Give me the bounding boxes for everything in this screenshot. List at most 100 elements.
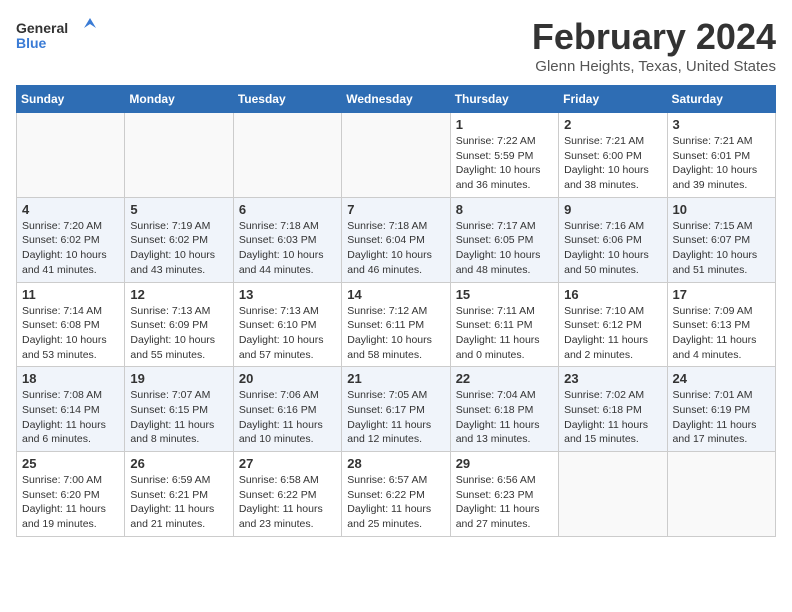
- day-number: 26: [130, 456, 227, 471]
- day-number: 16: [564, 287, 661, 302]
- day-info: Sunrise: 7:16 AM Sunset: 6:06 PM Dayligh…: [564, 219, 661, 278]
- day-number: 13: [239, 287, 336, 302]
- day-number: 4: [22, 202, 119, 217]
- day-info: Sunrise: 7:11 AM Sunset: 6:11 PM Dayligh…: [456, 304, 553, 363]
- header-sunday: Sunday: [17, 86, 125, 113]
- day-number: 7: [347, 202, 444, 217]
- day-number: 29: [456, 456, 553, 471]
- day-number: 18: [22, 371, 119, 386]
- day-number: 22: [456, 371, 553, 386]
- day-info: Sunrise: 7:21 AM Sunset: 6:01 PM Dayligh…: [673, 134, 770, 193]
- day-number: 27: [239, 456, 336, 471]
- table-row: 5 Sunrise: 7:19 AM Sunset: 6:02 PM Daylig…: [125, 197, 233, 282]
- calendar-week-row: 11Sunrise: 7:14 AM Sunset: 6:08 PM Dayli…: [17, 282, 776, 367]
- header-wednesday: Wednesday: [342, 86, 450, 113]
- header-monday: Monday: [125, 86, 233, 113]
- table-row: [667, 452, 775, 537]
- day-number: 17: [673, 287, 770, 302]
- day-info: Sunrise: 7:18 AM Sunset: 6:03 PM Dayligh…: [239, 219, 336, 278]
- day-number: 23: [564, 371, 661, 386]
- table-row: 7 Sunrise: 7:18 AM Sunset: 6:04 PM Daylig…: [342, 197, 450, 282]
- day-info: Sunrise: 7:09 AM Sunset: 6:13 PM Dayligh…: [673, 304, 770, 363]
- calendar-header-row: Sunday Monday Tuesday Wednesday Thursday…: [17, 86, 776, 113]
- table-row: [17, 113, 125, 198]
- header-thursday: Thursday: [450, 86, 558, 113]
- table-row: [342, 113, 450, 198]
- day-info: Sunrise: 7:06 AM Sunset: 6:16 PM Dayligh…: [239, 388, 336, 447]
- table-row: 27 Sunrise: 6:58 AM Sunset: 6:22 PM Dayli…: [233, 452, 341, 537]
- day-info: Sunrise: 7:19 AM Sunset: 6:02 PM Dayligh…: [130, 219, 227, 278]
- day-number: 2: [564, 117, 661, 132]
- table-row: 4Sunrise: 7:20 AM Sunset: 6:02 PM Daylig…: [17, 197, 125, 282]
- logo-svg: General Blue: [16, 16, 96, 56]
- table-row: 24Sunrise: 7:01 AM Sunset: 6:19 PM Dayli…: [667, 367, 775, 452]
- day-info: Sunrise: 7:12 AM Sunset: 6:11 PM Dayligh…: [347, 304, 444, 363]
- day-info: Sunrise: 6:59 AM Sunset: 6:21 PM Dayligh…: [130, 473, 227, 532]
- day-info: Sunrise: 7:18 AM Sunset: 6:04 PM Dayligh…: [347, 219, 444, 278]
- header-tuesday: Tuesday: [233, 86, 341, 113]
- table-row: 23 Sunrise: 7:02 AM Sunset: 6:18 PM Dayli…: [559, 367, 667, 452]
- day-info: Sunrise: 7:14 AM Sunset: 6:08 PM Dayligh…: [22, 304, 119, 363]
- day-info: Sunrise: 7:04 AM Sunset: 6:18 PM Dayligh…: [456, 388, 553, 447]
- day-info: Sunrise: 7:02 AM Sunset: 6:18 PM Dayligh…: [564, 388, 661, 447]
- header-friday: Friday: [559, 86, 667, 113]
- table-row: 21 Sunrise: 7:05 AM Sunset: 6:17 PM Dayli…: [342, 367, 450, 452]
- table-row: 15 Sunrise: 7:11 AM Sunset: 6:11 PM Dayli…: [450, 282, 558, 367]
- table-row: 12Sunrise: 7:13 AM Sunset: 6:09 PM Dayli…: [125, 282, 233, 367]
- day-number: 28: [347, 456, 444, 471]
- day-number: 12: [130, 287, 227, 302]
- day-info: Sunrise: 7:00 AM Sunset: 6:20 PM Dayligh…: [22, 473, 119, 532]
- header: General Blue February 2024 Glenn Heights…: [16, 16, 776, 75]
- day-info: Sunrise: 7:01 AM Sunset: 6:19 PM Dayligh…: [673, 388, 770, 447]
- svg-text:General: General: [16, 20, 68, 36]
- day-info: Sunrise: 7:15 AM Sunset: 6:07 PM Dayligh…: [673, 219, 770, 278]
- day-info: Sunrise: 7:08 AM Sunset: 6:14 PM Dayligh…: [22, 388, 119, 447]
- day-number: 25: [22, 456, 119, 471]
- table-row: 8 Sunrise: 7:17 AM Sunset: 6:05 PM Daylig…: [450, 197, 558, 282]
- table-row: 25 Sunrise: 7:00 AM Sunset: 6:20 PM Dayli…: [17, 452, 125, 537]
- table-row: 11Sunrise: 7:14 AM Sunset: 6:08 PM Dayli…: [17, 282, 125, 367]
- table-row: 13 Sunrise: 7:13 AM Sunset: 6:10 PM Dayli…: [233, 282, 341, 367]
- table-row: 28Sunrise: 6:57 AM Sunset: 6:22 PM Dayli…: [342, 452, 450, 537]
- day-number: 5: [130, 202, 227, 217]
- day-number: 10: [673, 202, 770, 217]
- table-row: 26 Sunrise: 6:59 AM Sunset: 6:21 PM Dayli…: [125, 452, 233, 537]
- day-info: Sunrise: 7:22 AM Sunset: 5:59 PM Dayligh…: [456, 134, 553, 193]
- table-row: 18 Sunrise: 7:08 AM Sunset: 6:14 PM Dayli…: [17, 367, 125, 452]
- day-number: 8: [456, 202, 553, 217]
- table-row: 14 Sunrise: 7:12 AM Sunset: 6:11 PM Dayli…: [342, 282, 450, 367]
- day-info: Sunrise: 7:21 AM Sunset: 6:00 PM Dayligh…: [564, 134, 661, 193]
- day-number: 3: [673, 117, 770, 132]
- day-number: 20: [239, 371, 336, 386]
- day-number: 15: [456, 287, 553, 302]
- table-row: 16 Sunrise: 7:10 AM Sunset: 6:12 PM Dayli…: [559, 282, 667, 367]
- table-row: [233, 113, 341, 198]
- table-row: [559, 452, 667, 537]
- table-row: 22 Sunrise: 7:04 AM Sunset: 6:18 PM Dayli…: [450, 367, 558, 452]
- calendar: Sunday Monday Tuesday Wednesday Thursday…: [16, 85, 776, 537]
- table-row: [125, 113, 233, 198]
- logo: General Blue: [16, 16, 96, 56]
- day-number: 14: [347, 287, 444, 302]
- day-number: 9: [564, 202, 661, 217]
- calendar-week-row: 4Sunrise: 7:20 AM Sunset: 6:02 PM Daylig…: [17, 197, 776, 282]
- day-info: Sunrise: 7:10 AM Sunset: 6:12 PM Dayligh…: [564, 304, 661, 363]
- table-row: 6Sunrise: 7:18 AM Sunset: 6:03 PM Daylig…: [233, 197, 341, 282]
- table-row: 1 Sunrise: 7:22 AM Sunset: 5:59 PM Daylig…: [450, 113, 558, 198]
- day-info: Sunrise: 7:13 AM Sunset: 6:10 PM Dayligh…: [239, 304, 336, 363]
- table-row: 20 Sunrise: 7:06 AM Sunset: 6:16 PM Dayli…: [233, 367, 341, 452]
- table-row: 17 Sunrise: 7:09 AM Sunset: 6:13 PM Dayli…: [667, 282, 775, 367]
- calendar-week-row: 18 Sunrise: 7:08 AM Sunset: 6:14 PM Dayli…: [17, 367, 776, 452]
- day-number: 1: [456, 117, 553, 132]
- table-row: 29 Sunrise: 6:56 AM Sunset: 6:23 PM Dayli…: [450, 452, 558, 537]
- day-info: Sunrise: 6:56 AM Sunset: 6:23 PM Dayligh…: [456, 473, 553, 532]
- table-row: 2 Sunrise: 7:21 AM Sunset: 6:00 PM Daylig…: [559, 113, 667, 198]
- title-area: February 2024 Glenn Heights, Texas, Unit…: [532, 16, 776, 75]
- table-row: 9 Sunrise: 7:16 AM Sunset: 6:06 PM Daylig…: [559, 197, 667, 282]
- day-info: Sunrise: 7:17 AM Sunset: 6:05 PM Dayligh…: [456, 219, 553, 278]
- day-info: Sunrise: 6:58 AM Sunset: 6:22 PM Dayligh…: [239, 473, 336, 532]
- day-info: Sunrise: 7:05 AM Sunset: 6:17 PM Dayligh…: [347, 388, 444, 447]
- svg-text:Blue: Blue: [16, 35, 47, 51]
- day-number: 19: [130, 371, 227, 386]
- day-number: 21: [347, 371, 444, 386]
